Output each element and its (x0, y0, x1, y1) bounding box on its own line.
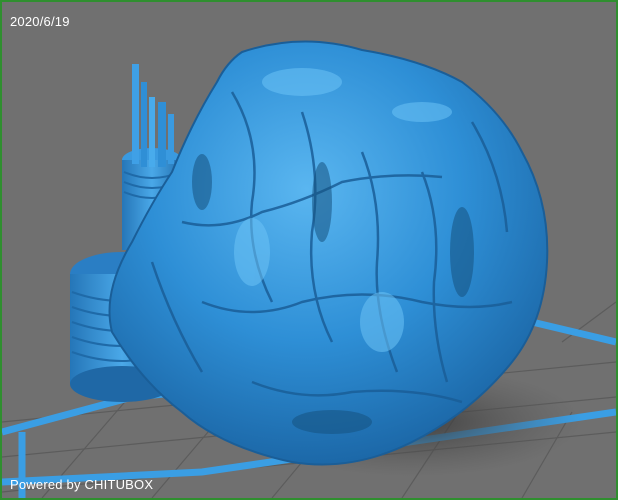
date-label: 2020/6/19 (10, 14, 70, 29)
scene-canvas[interactable] (2, 2, 616, 498)
watermark-text: Powered by CHITUBOX (10, 477, 154, 492)
3d-viewport[interactable]: 2020/6/19 Powered by CHITUBOX (0, 0, 618, 500)
